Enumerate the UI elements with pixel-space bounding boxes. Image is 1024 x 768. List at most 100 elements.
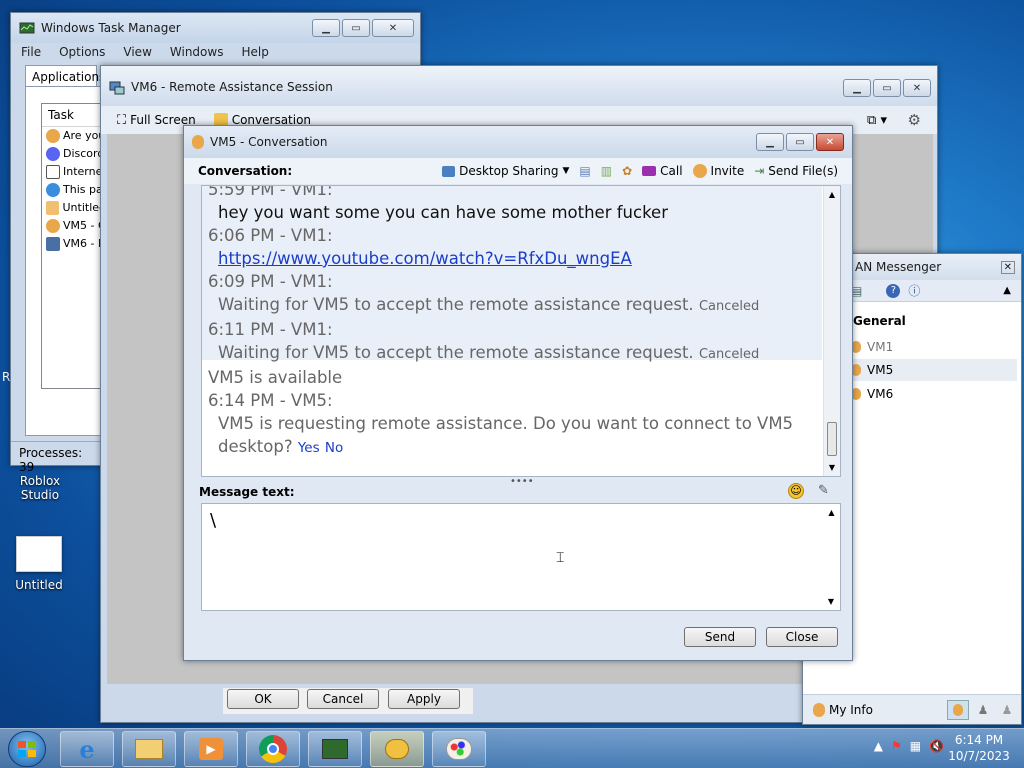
messenger-title: AN Messenger — [855, 260, 942, 274]
settings-gear-icon[interactable]: ⚙ — [908, 111, 921, 129]
close-button[interactable]: Close — [766, 627, 838, 647]
status-online-button[interactable] — [947, 699, 969, 720]
clock[interactable]: 6:14 PM 10/7/2023 — [944, 732, 1014, 764]
ok-button[interactable]: OK — [227, 689, 299, 709]
conversation-titlebar[interactable]: VM5 - Conversation ▁ ▭ ✕ — [184, 126, 852, 158]
close-button[interactable]: ✕ — [816, 133, 844, 151]
document-icon — [16, 536, 62, 572]
taskbar-task-manager[interactable] — [308, 731, 362, 767]
taskbar-explorer[interactable] — [122, 731, 176, 767]
desktop-sharing-button[interactable]: Desktop Sharing ▼ — [442, 164, 569, 178]
conversation-history[interactable]: 5:59 PM - VM1: hey you want some you can… — [201, 185, 841, 477]
menu-help[interactable]: Help — [241, 45, 268, 59]
menu-file[interactable]: File — [21, 45, 41, 59]
status-offline-button[interactable]: ♟ — [997, 703, 1017, 717]
maximize-button[interactable]: ▭ — [786, 133, 814, 151]
plugin-icon[interactable]: ✿ — [622, 164, 632, 178]
video-icon — [642, 166, 657, 176]
contact-vm5[interactable]: VM5 — [851, 359, 1017, 381]
task-manager-titlebar[interactable]: Windows Task Manager ▁ ▭ ✕ — [11, 13, 420, 43]
remote-assistance-title: VM6 - Remote Assistance Session — [131, 80, 333, 94]
maximize-button[interactable]: ▭ — [873, 79, 901, 97]
collapse-icon[interactable]: ▲ — [1003, 285, 1011, 296]
format-icon[interactable]: ✎ — [818, 483, 829, 498]
conversation-label: Conversation: — [198, 164, 293, 178]
taskbar-media-player[interactable]: ▶ — [184, 731, 238, 767]
start-button[interactable] — [8, 731, 46, 767]
minimize-button[interactable]: ▁ — [756, 133, 784, 151]
scroll-thumb[interactable] — [827, 422, 837, 456]
messenger-footer: My Info ♟ ♟ — [803, 694, 1021, 724]
call-button[interactable]: Call — [642, 164, 683, 178]
contact-vm1[interactable]: VM1 — [851, 336, 1017, 358]
user-icon — [46, 129, 60, 143]
desktop-icon-roblox-studio[interactable]: Roblox Studio — [0, 474, 80, 502]
clock-time: 6:14 PM — [954, 733, 1004, 747]
contacts-icon[interactable]: ▥ — [601, 164, 612, 178]
minimize-button[interactable]: ▁ — [312, 19, 340, 37]
remote-assistance-titlebar[interactable]: VM6 - Remote Assistance Session ▁ ▭ ✕ — [101, 66, 937, 106]
my-info-label[interactable]: My Info — [829, 703, 873, 717]
taskbar-paint[interactable] — [432, 731, 486, 767]
message-input-value: \ — [210, 510, 217, 531]
message-text: hey you want some you can have some moth… — [218, 203, 668, 222]
task-manager-title: Windows Task Manager — [41, 21, 181, 35]
media-player-icon: ▶ — [199, 738, 223, 760]
desktop-icon-untitled[interactable]: Untitled — [4, 536, 74, 592]
cancel-button[interactable]: Cancel — [307, 689, 379, 709]
history-scrollbar[interactable]: ▲ ▼ — [823, 186, 840, 476]
task-manager-menubar: File Options View Windows Help — [11, 43, 420, 61]
message-text-label: Message text: — [199, 485, 295, 499]
network-icon[interactable]: ▦ — [910, 739, 921, 753]
close-icon[interactable]: ✕ — [1000, 260, 1015, 274]
status-away-button[interactable]: ♟ — [973, 703, 993, 717]
minimize-button[interactable]: ▁ — [843, 79, 871, 97]
text-cursor-icon: ⌶ — [556, 550, 565, 566]
remote-assistance-icon — [109, 81, 125, 95]
message-header: 6:09 PM - VM1: — [208, 272, 333, 291]
scroll-down-arrow[interactable]: ▼ — [824, 463, 840, 472]
no-link[interactable]: No — [325, 440, 343, 456]
message-header: 6:06 PM - VM1: — [208, 226, 333, 245]
yes-link[interactable]: Yes — [298, 440, 320, 456]
input-scrollbar[interactable]: ▲ ▼ — [823, 504, 840, 610]
message-input[interactable]: \ ⌶ ▲ ▼ — [201, 503, 841, 611]
splitter-grip[interactable]: •••• — [510, 476, 534, 487]
send-files-button[interactable]: ⇥ Send File(s) — [754, 164, 838, 178]
scroll-up-arrow[interactable]: ▲ — [823, 508, 840, 517]
history-icon[interactable]: ▤ — [579, 164, 590, 178]
untitled-label: Untitled — [15, 578, 63, 592]
info-icon[interactable]: ⓘ — [908, 282, 920, 299]
chevron-down-icon: ▼ — [562, 166, 570, 176]
tray-chevron-up-icon[interactable]: ▲ — [874, 739, 883, 753]
scroll-down-arrow[interactable]: ▼ — [823, 597, 839, 606]
action-center-icon[interactable]: ⚑ — [891, 739, 902, 753]
maximize-button[interactable]: ▭ — [342, 19, 370, 37]
tab-applications[interactable]: Applications — [25, 65, 105, 87]
task-manager-icon — [19, 22, 35, 34]
conversation-toolbar: Conversation: Desktop Sharing ▼ ▤ ▥ ✿ Cal… — [184, 158, 852, 184]
help-icon[interactable]: ? — [886, 283, 901, 298]
contact-vm6[interactable]: VM6 — [851, 383, 1017, 405]
task-manager-statusbar: Processes: 39 — [11, 441, 101, 474]
taskbar-chrome[interactable] — [246, 731, 300, 767]
window-mode-icon[interactable]: ⧉ ▾ — [867, 113, 887, 128]
taskbar-ie[interactable]: e — [60, 731, 114, 767]
chat-bubble-icon — [385, 739, 409, 759]
taskbar-messenger[interactable] — [370, 731, 424, 767]
apply-button[interactable]: Apply — [388, 689, 460, 709]
volume-muted-icon[interactable]: 🔇 — [929, 739, 944, 753]
close-button[interactable]: ✕ — [372, 19, 414, 37]
close-button[interactable]: ✕ — [903, 79, 931, 97]
message-header: 6:11 PM - VM1: — [208, 320, 333, 339]
menu-windows[interactable]: Windows — [170, 45, 224, 59]
send-button[interactable]: Send — [684, 627, 756, 647]
scroll-up-arrow[interactable]: ▲ — [824, 190, 840, 199]
emoticon-icon[interactable]: ☺ — [788, 483, 804, 499]
message-link[interactable]: https://www.youtube.com/watch?v=RfxDu_wn… — [218, 249, 632, 268]
invite-button[interactable]: Invite — [692, 164, 744, 178]
group-general[interactable]: General — [853, 314, 906, 328]
task-manager-icon — [322, 739, 348, 759]
menu-options[interactable]: Options — [59, 45, 105, 59]
menu-view[interactable]: View — [123, 45, 151, 59]
